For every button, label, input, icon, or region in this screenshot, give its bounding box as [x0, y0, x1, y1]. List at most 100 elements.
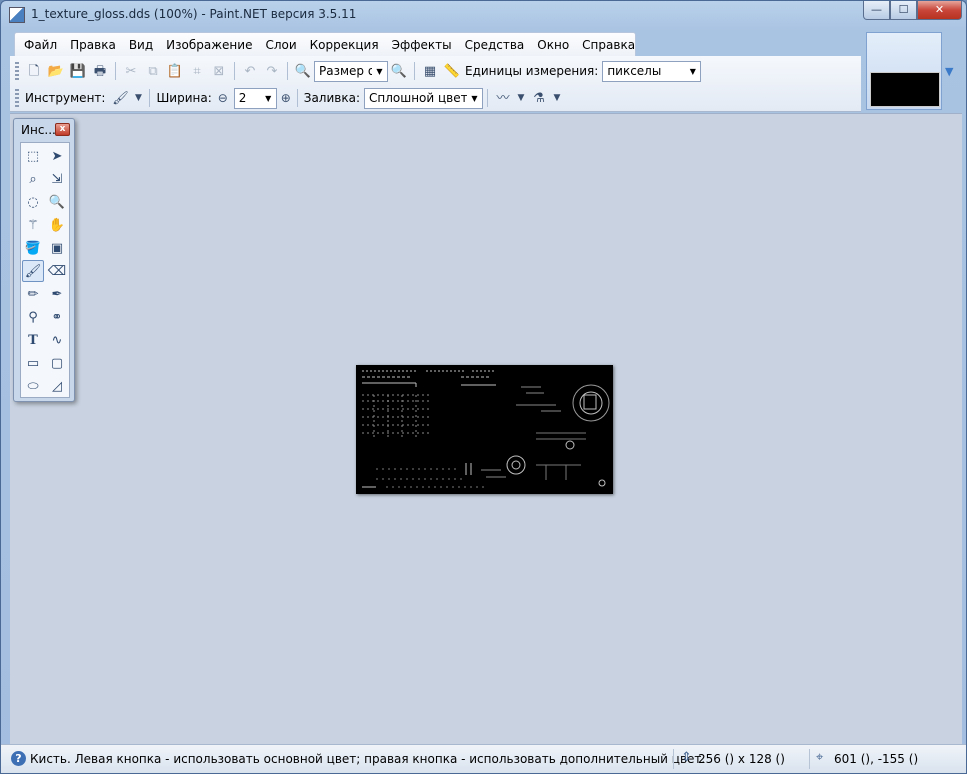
undo-icon[interactable]: ↶ — [239, 60, 261, 82]
toolbar-separator — [296, 89, 298, 107]
gradient-icon[interactable]: ▣ — [46, 237, 68, 259]
menu-window[interactable]: Окно — [530, 34, 575, 56]
units-combo[interactable]: пикселы ▼ — [602, 60, 702, 82]
paintbrush-tool-icon[interactable]: 🖌 — [109, 87, 131, 109]
menu-edit[interactable]: Правка — [63, 34, 122, 56]
chevron-down-icon[interactable]: ▼ — [685, 61, 701, 81]
rounded-rectangle-icon[interactable]: ▢ — [46, 352, 68, 374]
fill-label: Заливка: — [303, 91, 360, 105]
toolbar-grip[interactable] — [15, 89, 19, 107]
move-selected-pixels-icon[interactable]: ➤ — [46, 145, 68, 167]
chevron-down-icon[interactable]: ▼ — [550, 87, 564, 109]
recolor-icon[interactable]: ⚭ — [46, 306, 68, 328]
image-thumbnail-tab[interactable] — [866, 32, 942, 110]
rulers-icon[interactable]: 📏 — [441, 60, 463, 82]
menu-effects[interactable]: Эффекты — [385, 34, 458, 56]
fill-value: Сплошной цвет — [368, 91, 468, 105]
window-controls: — ☐ ✕ — [863, 1, 962, 21]
chevron-down-icon[interactable]: ▼ — [372, 61, 387, 81]
deselect-icon[interactable]: ⊠ — [208, 60, 230, 82]
new-document-icon[interactable]: 🗋 — [23, 60, 45, 82]
pan-hand-icon[interactable]: ✋ — [46, 214, 68, 236]
toolbar-grip[interactable] — [15, 62, 19, 80]
ellipse-shape-icon[interactable]: ⬭ — [22, 375, 44, 397]
open-folder-icon[interactable]: 📂 — [45, 60, 67, 82]
close-button[interactable]: ✕ — [917, 1, 962, 20]
tools-panel-close-button[interactable]: x — [55, 123, 70, 136]
tools-panel: Инс... x ⬚ ➤ ⌕ ⇲ ◌ 🔍 ⚚ ✋ 🪣 ▣ 🖌 ⌫ ✏ ✒ ⚲ ⚭… — [13, 118, 75, 402]
zoom-icon[interactable]: 🔍 — [46, 191, 68, 213]
chevron-down-icon[interactable]: ▼ — [131, 87, 145, 109]
menu-bar: Файл Правка Вид Изображение Слои Коррекц… — [14, 32, 636, 56]
status-separator — [809, 749, 810, 769]
lasso-select-icon[interactable]: ⌕ — [22, 168, 44, 190]
fill-combo[interactable]: Сплошной цвет ▼ — [363, 87, 483, 109]
freeform-shape-icon[interactable]: ◿ — [46, 375, 68, 397]
eraser-icon[interactable]: ⌫ — [46, 260, 68, 282]
menu-file[interactable]: Файл — [17, 34, 63, 56]
chevron-down-icon[interactable]: ▼ — [514, 87, 528, 109]
grid-icon[interactable]: ▦ — [419, 60, 441, 82]
save-icon[interactable]: 💾 — [67, 60, 89, 82]
color-picker-icon[interactable]: ✒ — [46, 283, 68, 305]
help-info-icon: ? — [11, 751, 26, 766]
paint-net-app-icon[interactable] — [9, 7, 25, 23]
toolbar-separator — [414, 62, 415, 80]
paint-bucket-icon[interactable]: 🪣 — [22, 237, 44, 259]
tool-label: Инструмент: — [25, 91, 106, 105]
tools-panel-title: Инс... — [21, 123, 56, 137]
canvas-area[interactable] — [10, 113, 962, 744]
maximize-button[interactable]: ☐ — [890, 1, 917, 20]
status-separator — [673, 749, 674, 769]
chevron-down-icon[interactable]: ▼ — [260, 88, 276, 108]
minimize-button[interactable]: — — [863, 1, 890, 20]
pencil-icon[interactable]: ✏ — [22, 283, 44, 305]
menu-utilities[interactable]: Средства — [458, 34, 531, 56]
blend-mode-flask-icon[interactable]: ⚗ — [528, 87, 550, 109]
menu-image[interactable]: Изображение — [159, 34, 258, 56]
texture-image — [362, 370, 610, 488]
zoom-combo[interactable]: Размер ок ▼ — [314, 60, 388, 82]
line-curve-icon[interactable]: ∿ — [46, 329, 68, 351]
text-icon[interactable]: T — [22, 329, 44, 351]
tools-panel-header[interactable]: Инс... x — [14, 119, 74, 140]
menu-view[interactable]: Вид — [122, 34, 159, 56]
tool-options-toolbar: Инструмент: 🖌 ▼ Ширина: ⊖ 2 ▼ ⊕ Заливка:… — [10, 84, 564, 112]
menu-layers[interactable]: Слои — [258, 34, 302, 56]
thumbnail-list-dropdown-icon[interactable]: ▼ — [945, 65, 953, 78]
cursor-position: 601 (), -155 () — [834, 752, 919, 766]
menu-help[interactable]: Справка — [575, 34, 641, 56]
image-canvas[interactable] — [356, 365, 613, 494]
paste-icon[interactable]: 📋 — [164, 60, 186, 82]
image-thumbnail[interactable] — [870, 72, 940, 107]
rectangle-shape-icon[interactable]: ▭ — [22, 352, 44, 374]
image-size: 256 () x 128 () — [698, 752, 785, 766]
redo-icon[interactable]: ↷ — [261, 60, 283, 82]
zoom-out-icon[interactable]: 🔍 — [292, 60, 314, 82]
cursor-position-icon: ⌖ — [816, 750, 824, 765]
print-icon[interactable]: 🖶 — [89, 60, 111, 82]
toolbar-separator — [234, 62, 235, 80]
width-combo[interactable]: 2 ▼ — [233, 87, 277, 109]
increase-width-icon[interactable]: ⊕ — [279, 87, 293, 109]
clone-stamp-icon[interactable]: ⚲ — [22, 306, 44, 328]
toolbar-separator — [486, 89, 488, 107]
magic-wand-icon[interactable]: ⚚ — [22, 214, 44, 236]
menu-adjustments[interactable]: Коррекция — [303, 34, 385, 56]
crop-to-selection-icon[interactable]: ⌗ — [186, 60, 208, 82]
units-label: Единицы измерения: — [465, 64, 599, 78]
rectangle-select-icon[interactable]: ⬚ — [22, 145, 44, 167]
move-selection-icon[interactable]: ⇲ — [46, 168, 68, 190]
zoom-in-icon[interactable]: 🔍 — [388, 60, 410, 82]
status-bar: ? Кисть. Левая кнопка - использовать осн… — [1, 744, 966, 773]
title-bar[interactable]: 1_texture_gloss.dds (100%) - Paint.NET в… — [1, 1, 966, 29]
paintbrush-icon[interactable]: 🖌 — [22, 260, 44, 282]
ellipse-select-icon[interactable]: ◌ — [22, 191, 44, 213]
app-window: 1_texture_gloss.dds (100%) - Paint.NET в… — [0, 0, 967, 774]
decrease-width-icon[interactable]: ⊖ — [216, 87, 230, 109]
copy-icon[interactable]: ⧉ — [142, 60, 164, 82]
antialiasing-icon[interactable]: 〰 — [492, 87, 514, 109]
cut-icon[interactable]: ✂ — [120, 60, 142, 82]
chevron-down-icon[interactable]: ▼ — [466, 88, 482, 108]
width-value: 2 — [238, 91, 247, 105]
